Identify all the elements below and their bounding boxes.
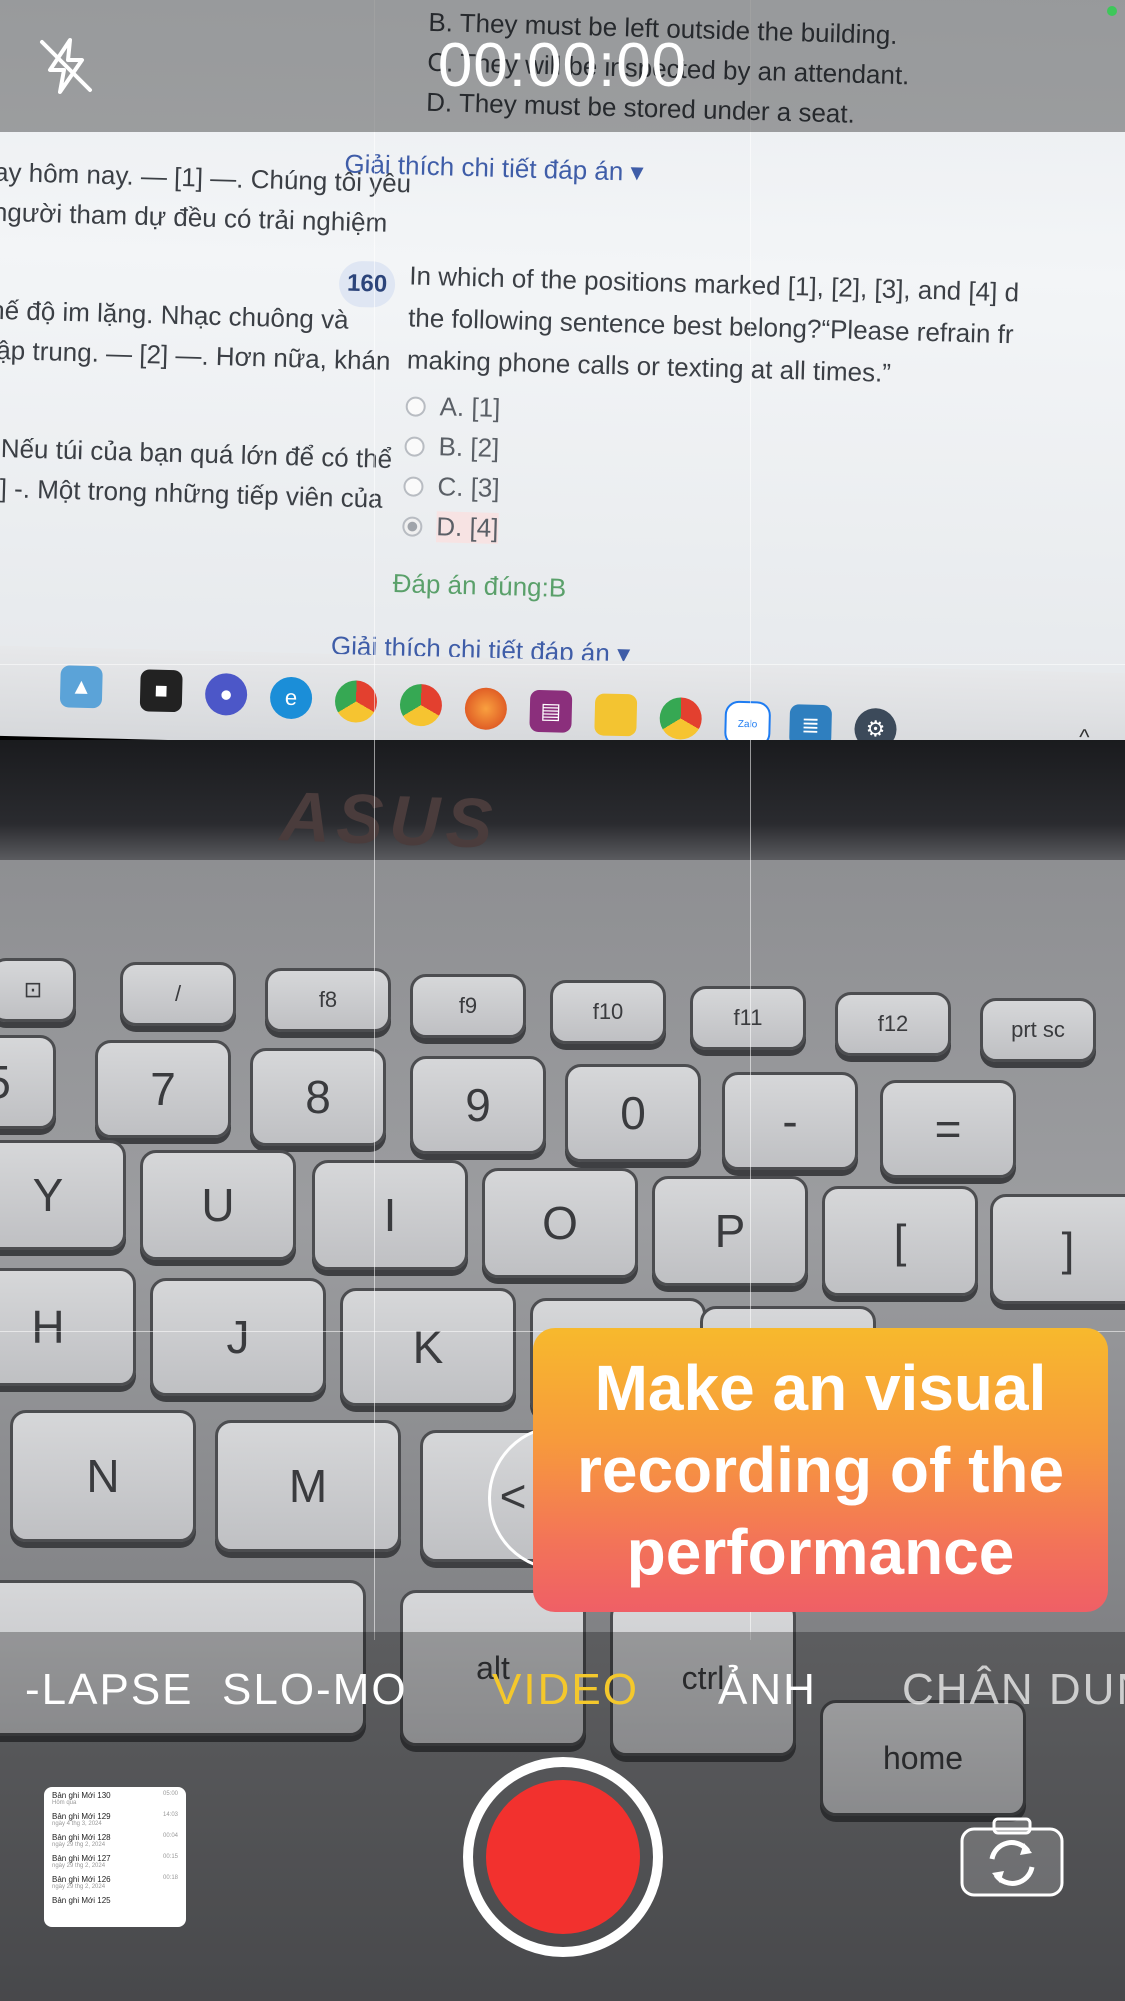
key: H — [0, 1268, 136, 1386]
top-bar: 00:00:00 — [0, 0, 1125, 132]
correct-answer: Đáp án đúng:B — [392, 568, 567, 603]
key: 5 — [0, 1035, 56, 1129]
key: f9 — [410, 974, 526, 1038]
question-line: making phone calls or texting at all tim… — [406, 344, 892, 388]
key: 0 — [565, 1064, 701, 1162]
mode-timelapse[interactable]: -LAPSE — [25, 1665, 194, 1715]
mode-portrait[interactable]: CHÂN DUN — [902, 1665, 1125, 1715]
key: prt sc — [980, 998, 1096, 1062]
passage-line: tập trung. — [2] —. Hơn nữa, khán — [0, 334, 391, 376]
thumb-item: Bản ghi Mới 125 — [52, 1896, 111, 1905]
question-line: the following sentence best belong?“Plea… — [407, 302, 1014, 350]
caret-down-icon: ▾ — [630, 156, 645, 187]
camera-flip-icon[interactable] — [958, 1815, 1066, 1899]
grid-line — [374, 0, 375, 1640]
gallery-thumbnail[interactable]: Bản ghi Mới 130 Hôm qua 05:00 Bản ghi Mới … — [44, 1787, 186, 1927]
answer-option: A. [1] — [405, 390, 501, 424]
folder-icon — [594, 693, 638, 737]
answer-option: D. [4] — [402, 510, 499, 544]
answer-option: C. [3] — [403, 470, 500, 504]
thumb-item: Bản ghi Mới 130 Hôm qua 05:00 — [52, 1791, 178, 1806]
passage-line: 4] -. Một trong những tiếp viên của — [0, 472, 384, 514]
laptop-bezel — [0, 740, 1125, 860]
key: / — [120, 962, 236, 1026]
question-line: In which of the positions marked [1], [2… — [408, 260, 1020, 308]
record-button[interactable] — [463, 1757, 663, 1957]
key: ] — [990, 1194, 1125, 1304]
winrar-icon: ▤ — [529, 689, 573, 733]
passage-line: . Nếu túi của bạn quá lớn để có thể — [0, 432, 393, 474]
key: f10 — [550, 980, 666, 1044]
mode-selector[interactable]: -LAPSE SLO-MO VIDEO ẢNH CHÂN DUN — [0, 1665, 1125, 1725]
caption-overlay: Make an visual recording of the performa… — [533, 1328, 1108, 1612]
chrome-icon — [659, 696, 703, 740]
key: I — [312, 1160, 468, 1270]
asus-logo: ASUS — [278, 777, 500, 863]
thumb-item: Bản ghi Mới 127 ngày 29 thg 2, 2024 00:15 — [52, 1854, 178, 1869]
key: Y — [0, 1140, 126, 1250]
key: K — [340, 1288, 516, 1406]
firefox-icon — [464, 687, 508, 731]
key: J — [150, 1278, 326, 1396]
thumb-item: Bản ghi Mới 126 ngày 29 thg 2, 2024 00:18 — [52, 1875, 178, 1890]
question-number: 160 — [338, 260, 396, 308]
passage-line: hế độ im lặng. Nhạc chuông và — [0, 294, 349, 335]
key: - — [722, 1072, 858, 1170]
key: O — [482, 1168, 638, 1278]
camera-in-use-indicator — [1107, 6, 1117, 16]
key: [ — [822, 1186, 978, 1296]
recording-timer: 00:00:00 — [437, 31, 688, 100]
mode-slomo[interactable]: SLO-MO — [222, 1665, 408, 1715]
key: 8 — [250, 1048, 386, 1146]
key: ⊡ — [0, 958, 76, 1022]
thumb-item: Bản ghi Mới 128 ngày 29 thg 2, 2024 00:04 — [52, 1833, 178, 1848]
mode-video[interactable]: VIDEO — [492, 1665, 639, 1715]
chrome-icon — [334, 680, 378, 724]
widgets-icon: ▲ — [59, 665, 103, 709]
key: f11 — [690, 986, 806, 1050]
thumb-item: Bản ghi Mới 129 ngày 4 thg 3, 2024 14:03 — [52, 1812, 178, 1827]
key: U — [140, 1150, 296, 1260]
key: = — [880, 1080, 1016, 1178]
key: 9 — [410, 1056, 546, 1154]
key: N — [10, 1410, 196, 1542]
record-icon — [486, 1780, 640, 1934]
key: P — [652, 1176, 808, 1286]
meet-icon: ● — [204, 672, 248, 716]
chrome-icon — [399, 683, 443, 727]
edge-icon: e — [269, 676, 313, 720]
key: 7 — [95, 1040, 231, 1138]
answer-option: B. [2] — [404, 430, 500, 464]
key: f12 — [835, 992, 951, 1056]
taskview-icon: ■ — [139, 669, 183, 713]
grid-line — [0, 664, 1125, 665]
mode-photo[interactable]: ẢNH — [718, 1665, 817, 1715]
key: f8 — [265, 968, 391, 1032]
passage-line: người tham dự đều có trải nghiệm — [0, 196, 388, 238]
